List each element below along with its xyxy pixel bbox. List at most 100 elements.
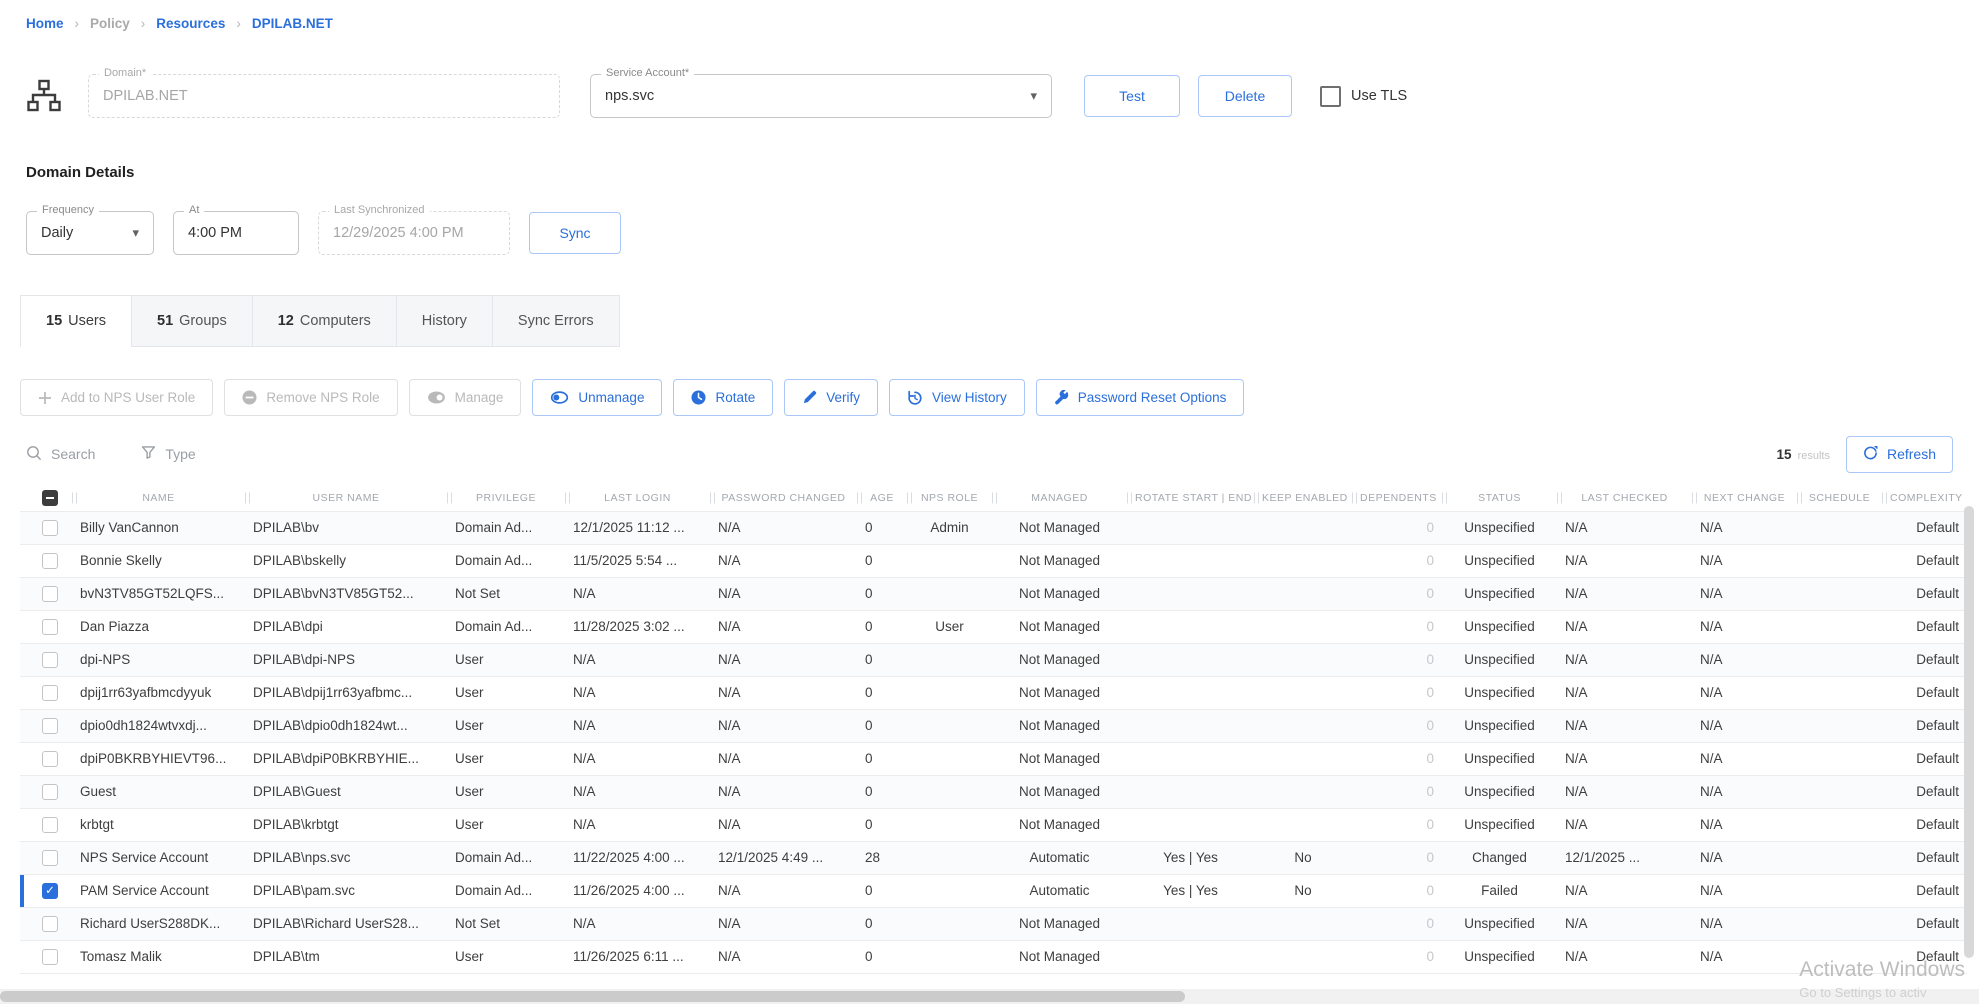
cell-privilege: User [447,940,565,973]
password-reset-options-button[interactable]: Password Reset Options [1036,379,1245,416]
service-account-select[interactable]: Service Account* nps.svc ▾ [590,74,1052,118]
cell-dependents: 0 [1352,841,1442,874]
cell-managed: Not Managed [992,907,1127,940]
cell-password-changed: N/A [710,742,857,775]
domain-details-title: Domain Details [26,164,1979,181]
column-header-user-name[interactable]: USER NAME [245,485,447,511]
table-row[interactable]: Tomasz MalikDPILAB\tmUser11/26/2025 6:11… [20,940,1967,973]
row-checkbox[interactable] [42,916,58,932]
toggle-on-icon [427,391,446,404]
cell-age: 0 [857,676,907,709]
row-checkbox[interactable] [42,949,58,965]
view-history-button[interactable]: View History [889,379,1025,416]
table-row[interactable]: GuestDPILAB\GuestUserN/AN/A0Not Managed0… [20,775,1967,808]
table-row[interactable]: ✓PAM Service AccountDPILAB\pam.svcDomain… [20,874,1967,907]
tab-computers[interactable]: 12Computers [252,295,397,347]
breadcrumb-item-policy[interactable]: Policy [90,16,130,31]
row-checkbox[interactable] [42,652,58,668]
column-header-password-changed[interactable]: PASSWORD CHANGED [710,485,857,511]
tab-sync-errors[interactable]: Sync Errors [492,295,620,347]
row-checkbox[interactable] [42,751,58,767]
row-checkbox[interactable] [42,718,58,734]
column-header-keep-enabled[interactable]: KEEP ENABLED [1254,485,1352,511]
cell-next-change: N/A [1692,775,1797,808]
table-row[interactable]: bvN3TV85GT52LQFS...DPILAB\bvN3TV85GT52..… [20,577,1967,610]
cell-complexity: Default [1882,676,1967,709]
cell-rotate-start-end [1127,577,1254,610]
cell-last-login: N/A [565,907,710,940]
cell-age: 0 [857,544,907,577]
at-time-field[interactable]: At 4:00 PM [173,211,299,255]
header-checkbox-cell [20,485,72,511]
table-row[interactable]: Bonnie SkellyDPILAB\bskellyDomain Ad...1… [20,544,1967,577]
tab-users[interactable]: 15Users [20,295,132,347]
row-checkbox[interactable]: ✓ [42,883,58,899]
search-input[interactable]: Search [26,445,95,464]
cell-dependents: 0 [1352,709,1442,742]
verify-button[interactable]: Verify [784,379,878,416]
table-row[interactable]: dpi-NPSDPILAB\dpi-NPSUserN/AN/A0Not Mana… [20,643,1967,676]
test-button[interactable]: Test [1084,75,1180,117]
breadcrumb-separator: › [75,16,80,31]
refresh-button[interactable]: Refresh [1846,436,1953,473]
cell-complexity: Default [1882,808,1967,841]
row-checkbox[interactable] [42,850,58,866]
cell-rotate-start-end [1127,940,1254,973]
breadcrumb-item-resources[interactable]: Resources [156,16,225,31]
column-header-dependents[interactable]: DEPENDENTS [1352,485,1442,511]
row-checkbox[interactable] [42,685,58,701]
table-row[interactable]: krbtgtDPILAB\krbtgtUserN/AN/A0Not Manage… [20,808,1967,841]
unmanage-button[interactable]: Unmanage [532,379,662,416]
horizontal-scrollbar-thumb[interactable] [0,991,1185,1002]
cell-privilege: User [447,775,565,808]
column-header-name[interactable]: NAME [72,485,245,511]
table-row[interactable]: dpio0dh1824wtvxdj...DPILAB\dpio0dh1824wt… [20,709,1967,742]
horizontal-scrollbar[interactable] [0,989,1979,1004]
column-header-privilege[interactable]: PRIVILEGE [447,485,565,511]
column-header-last-checked[interactable]: LAST CHECKED [1557,485,1692,511]
row-checkbox[interactable] [42,619,58,635]
cell-keep-enabled [1254,511,1352,544]
breadcrumb-item-dpilab-net[interactable]: DPILAB.NET [252,16,333,31]
cell-age: 0 [857,610,907,643]
row-checkbox[interactable] [42,586,58,602]
cell-managed: Not Managed [992,544,1127,577]
column-header-age[interactable]: AGE [857,485,907,511]
table-row[interactable]: NPS Service AccountDPILAB\nps.svcDomain … [20,841,1967,874]
row-checkbox[interactable] [42,817,58,833]
row-checkbox[interactable] [42,784,58,800]
cell-last-login: N/A [565,709,710,742]
column-header-rotate-start-end[interactable]: ROTATE START | END [1127,485,1254,511]
breadcrumb-item-home[interactable]: Home [26,16,64,31]
vertical-scrollbar[interactable] [1961,492,1977,988]
table-row[interactable]: Richard UserS288DK...DPILAB\Richard User… [20,907,1967,940]
column-header-complexity[interactable]: COMPLEXITY [1882,485,1967,511]
sync-button[interactable]: Sync [529,212,621,254]
column-header-next-change[interactable]: NEXT CHANGE [1692,485,1797,511]
type-filter[interactable]: Type [141,445,195,463]
frequency-select[interactable]: Frequency Daily ▾ [26,211,154,255]
table-row[interactable]: dpiP0BKRBYHIEVT96...DPILAB\dpiP0BKRBYHIE… [20,742,1967,775]
column-header-last-login[interactable]: LAST LOGIN [565,485,710,511]
row-checkbox[interactable] [42,553,58,569]
row-checkbox[interactable] [42,520,58,536]
table-row[interactable]: Billy VanCannonDPILAB\bvDomain Ad...12/1… [20,511,1967,544]
column-header-managed[interactable]: MANAGED [992,485,1127,511]
tab-groups[interactable]: 51Groups [131,295,253,347]
column-header-schedule[interactable]: SCHEDULE [1797,485,1882,511]
select-all-checkbox[interactable] [42,490,58,506]
vertical-scrollbar-thumb[interactable] [1964,506,1974,958]
column-header-nps-role[interactable]: NPS ROLE [907,485,992,511]
cell-managed: Not Managed [992,709,1127,742]
table-row[interactable]: Dan PiazzaDPILAB\dpiDomain Ad...11/28/20… [20,610,1967,643]
cell-user-name: DPILAB\nps.svc [245,841,447,874]
table-row[interactable]: dpij1rr63yafbmcdyyukDPILAB\dpij1rr63yafb… [20,676,1967,709]
last-synchronized-value: 12/29/2025 4:00 PM [333,225,464,241]
column-header-status[interactable]: STATUS [1442,485,1557,511]
cell-age: 0 [857,577,907,610]
cell-nps-role [907,577,992,610]
tab-history[interactable]: History [396,295,493,347]
rotate-button[interactable]: Rotate [673,379,773,416]
use-tls-checkbox[interactable] [1320,86,1341,107]
delete-button[interactable]: Delete [1198,75,1292,117]
